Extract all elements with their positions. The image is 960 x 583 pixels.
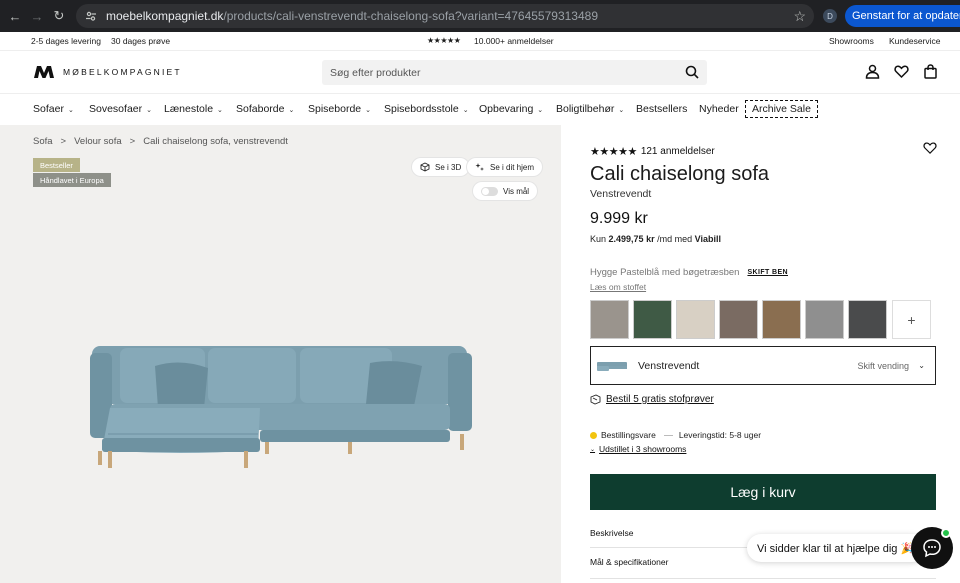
handmade-badge: Håndlavet i Europa <box>33 173 111 187</box>
review-count: 121 anmeldelser <box>640 146 715 157</box>
usp-strip: 2-5 dages levering 30 dages prøve ★★★★★ … <box>0 32 960 50</box>
search-icon[interactable] <box>685 65 699 84</box>
logo[interactable]: MØBELKOMPAGNIET <box>33 65 182 79</box>
more-swatches-button[interactable]: + <box>892 300 931 339</box>
read-fabric-link[interactable]: Læs om stoffet <box>590 282 646 292</box>
logo-mark-icon <box>34 66 54 78</box>
forward-icon[interactable]: → <box>26 5 48 27</box>
chevron-down-icon: ⌄ <box>365 107 371 114</box>
chevron-down-icon: ⌄ <box>67 107 74 114</box>
chevron-down-icon: ⌄ <box>537 107 544 114</box>
finance-info: Kun 2.499,75 kr /md med Viabill <box>590 234 721 244</box>
usp-trial: 30 dages prøve <box>111 36 171 46</box>
change-orientation-link[interactable]: Skift vending <box>857 361 909 371</box>
chat-prompt[interactable]: Vi sidder klar til at hjælpe dig 🎉 <box>747 534 927 562</box>
nav-item-opbevaring[interactable]: Opbevaring ⌄ <box>479 103 543 115</box>
chevron-down-icon: ⌄ <box>288 107 295 114</box>
product-info: ★★★★★ 121 anmeldelser Cali chaiselong so… <box>561 125 960 583</box>
reload-icon[interactable]: ↻ <box>48 5 70 27</box>
search-placeholder: Søg efter produkter <box>330 66 421 79</box>
rating-stars-icon: ★★★★★ <box>590 146 637 158</box>
browser-toolbar: ← → ↻ moebelkompagniet.dk/products/cali-… <box>0 0 960 32</box>
swatch-4[interactable] <box>719 300 758 339</box>
nav-item-spiseborde[interactable]: Spiseborde ⌄ <box>308 103 371 115</box>
swatch-5[interactable] <box>762 300 801 339</box>
chevron-down-icon: ⌄ <box>618 107 625 114</box>
search-input[interactable]: Søg efter produkter <box>322 60 707 85</box>
nav-item-sofaborde[interactable]: Sofaborde ⌄ <box>236 103 294 115</box>
product-title: Cali chaiselong sofa <box>590 163 769 185</box>
favorite-heart-icon[interactable] <box>923 141 937 160</box>
ar-sparkle-icon <box>475 163 484 171</box>
swatch-7[interactable] <box>848 300 887 339</box>
toggle-switch[interactable] <box>481 186 498 196</box>
change-legs-link[interactable]: SKIFT BEN <box>747 269 788 276</box>
product-rating[interactable]: ★★★★★ 121 anmeldelser <box>590 145 715 158</box>
nav-item-boligtilbehor[interactable]: Boligtilbehør ⌄ <box>556 103 624 115</box>
status-dot-icon <box>590 431 597 439</box>
main-navigation: Sofaer ⌄ Sovesofaer ⌄ Lænestole ⌄ Sofaborde… <box>0 94 960 125</box>
fabric-name: Hygge Pastelblå med bøgetræsben SKIFT BE… <box>590 267 788 278</box>
nav-item-spisebordsstole[interactable]: Spisebordsstole ⌄ <box>384 103 469 115</box>
logo-text: MØBELKOMPAGNIET <box>63 67 182 77</box>
product-gallery: Sofa > Velour sofa > Cali chaiselong sofa, v… <box>0 125 561 583</box>
nav-item-sovesofaer[interactable]: Sovesofaer ⌄ <box>89 103 152 115</box>
orientation-label: Venstrevendt <box>638 359 700 372</box>
sofa-thumbnail <box>597 361 627 371</box>
bestseller-badge: Bestseller <box>33 158 80 172</box>
account-icon[interactable] <box>865 64 880 84</box>
update-button[interactable]: Genstart for at opdatere⋮ <box>845 5 960 27</box>
nav-item-nyheder[interactable]: Nyheder <box>699 103 739 115</box>
chevron-down-icon: ⌄ <box>462 107 469 114</box>
breadcrumb-sofa[interactable]: Sofa <box>33 136 53 147</box>
wishlist-heart-icon[interactable] <box>894 64 909 84</box>
fabric-sample-icon <box>590 394 601 405</box>
customer-service-link[interactable]: Kundeservice <box>889 36 941 46</box>
rating-stars-icon: ★★★★★ <box>427 36 461 45</box>
delivery-time: Leveringstid: 5-8 uger <box>678 430 762 440</box>
orientation-selector[interactable]: Venstrevendt Skift vending ⌄ <box>590 346 936 385</box>
nav-item-sofaer[interactable]: Sofaer ⌄ <box>33 103 74 115</box>
url-text: moebelkompagniet.dk/products/cali-venstr… <box>106 9 598 23</box>
swatch-3[interactable] <box>676 300 715 339</box>
back-icon[interactable]: ← <box>4 5 26 27</box>
breadcrumb-current: Cali chaiselong sofa, venstrevendt <box>143 136 288 147</box>
chevron-down-icon: ⌄ <box>590 446 596 453</box>
usp-delivery: 2-5 dages levering <box>31 36 101 46</box>
product-price: 9.999 kr <box>590 210 648 227</box>
nav-item-bestsellers[interactable]: Bestsellers <box>636 103 687 115</box>
product-image[interactable] <box>80 338 480 468</box>
showrooms-link[interactable]: Showrooms <box>829 36 874 46</box>
site-header: MØBELKOMPAGNIET Søg efter produkter <box>0 50 960 94</box>
breadcrumb: Sofa > Velour sofa > Cali chaiselong sofa, v… <box>33 136 288 147</box>
usp-reviews[interactable]: 10.000+ anmeldelser <box>474 36 554 46</box>
swatch-1[interactable] <box>590 300 629 339</box>
product-variant: Venstrevendt <box>590 188 652 200</box>
add-to-cart-button[interactable]: Læg i kurv <box>590 474 936 510</box>
nav-item-laenestole[interactable]: Lænestole ⌄ <box>164 103 223 115</box>
chat-icon <box>923 539 941 558</box>
swatch-2[interactable] <box>633 300 672 339</box>
view-in-home-button[interactable]: Se i dit hjem <box>467 158 543 176</box>
nav-item-archive-sale[interactable]: Archive Sale <box>745 100 818 118</box>
address-bar[interactable]: moebelkompagniet.dk/products/cali-venstr… <box>76 4 814 28</box>
cube-icon <box>420 162 430 172</box>
order-samples-link[interactable]: Bestil 5 gratis stofprøver <box>590 394 714 405</box>
chevron-down-icon: ⌄ <box>217 107 223 114</box>
stock-status: Bestillingsvare Leveringstid: 5-8 uger <box>590 430 761 440</box>
view-3d-button[interactable]: Se i 3D <box>412 158 470 176</box>
cart-bag-icon[interactable] <box>923 64 938 84</box>
chevron-down-icon: ⌄ <box>918 361 925 370</box>
site-settings-icon[interactable] <box>84 9 98 23</box>
showrooms-expander[interactable]: ⌄ Udstillet i 3 showrooms <box>590 444 686 454</box>
bookmark-star-icon[interactable]: ☆ <box>793 8 806 25</box>
profile-avatar[interactable]: D <box>823 9 837 23</box>
swatch-6[interactable] <box>805 300 844 339</box>
chevron-down-icon: ⌄ <box>146 107 152 114</box>
online-indicator <box>941 528 951 538</box>
breadcrumb-velour-sofa[interactable]: Velour sofa <box>74 136 122 147</box>
show-dimensions-toggle[interactable]: Vis mål <box>473 182 538 200</box>
